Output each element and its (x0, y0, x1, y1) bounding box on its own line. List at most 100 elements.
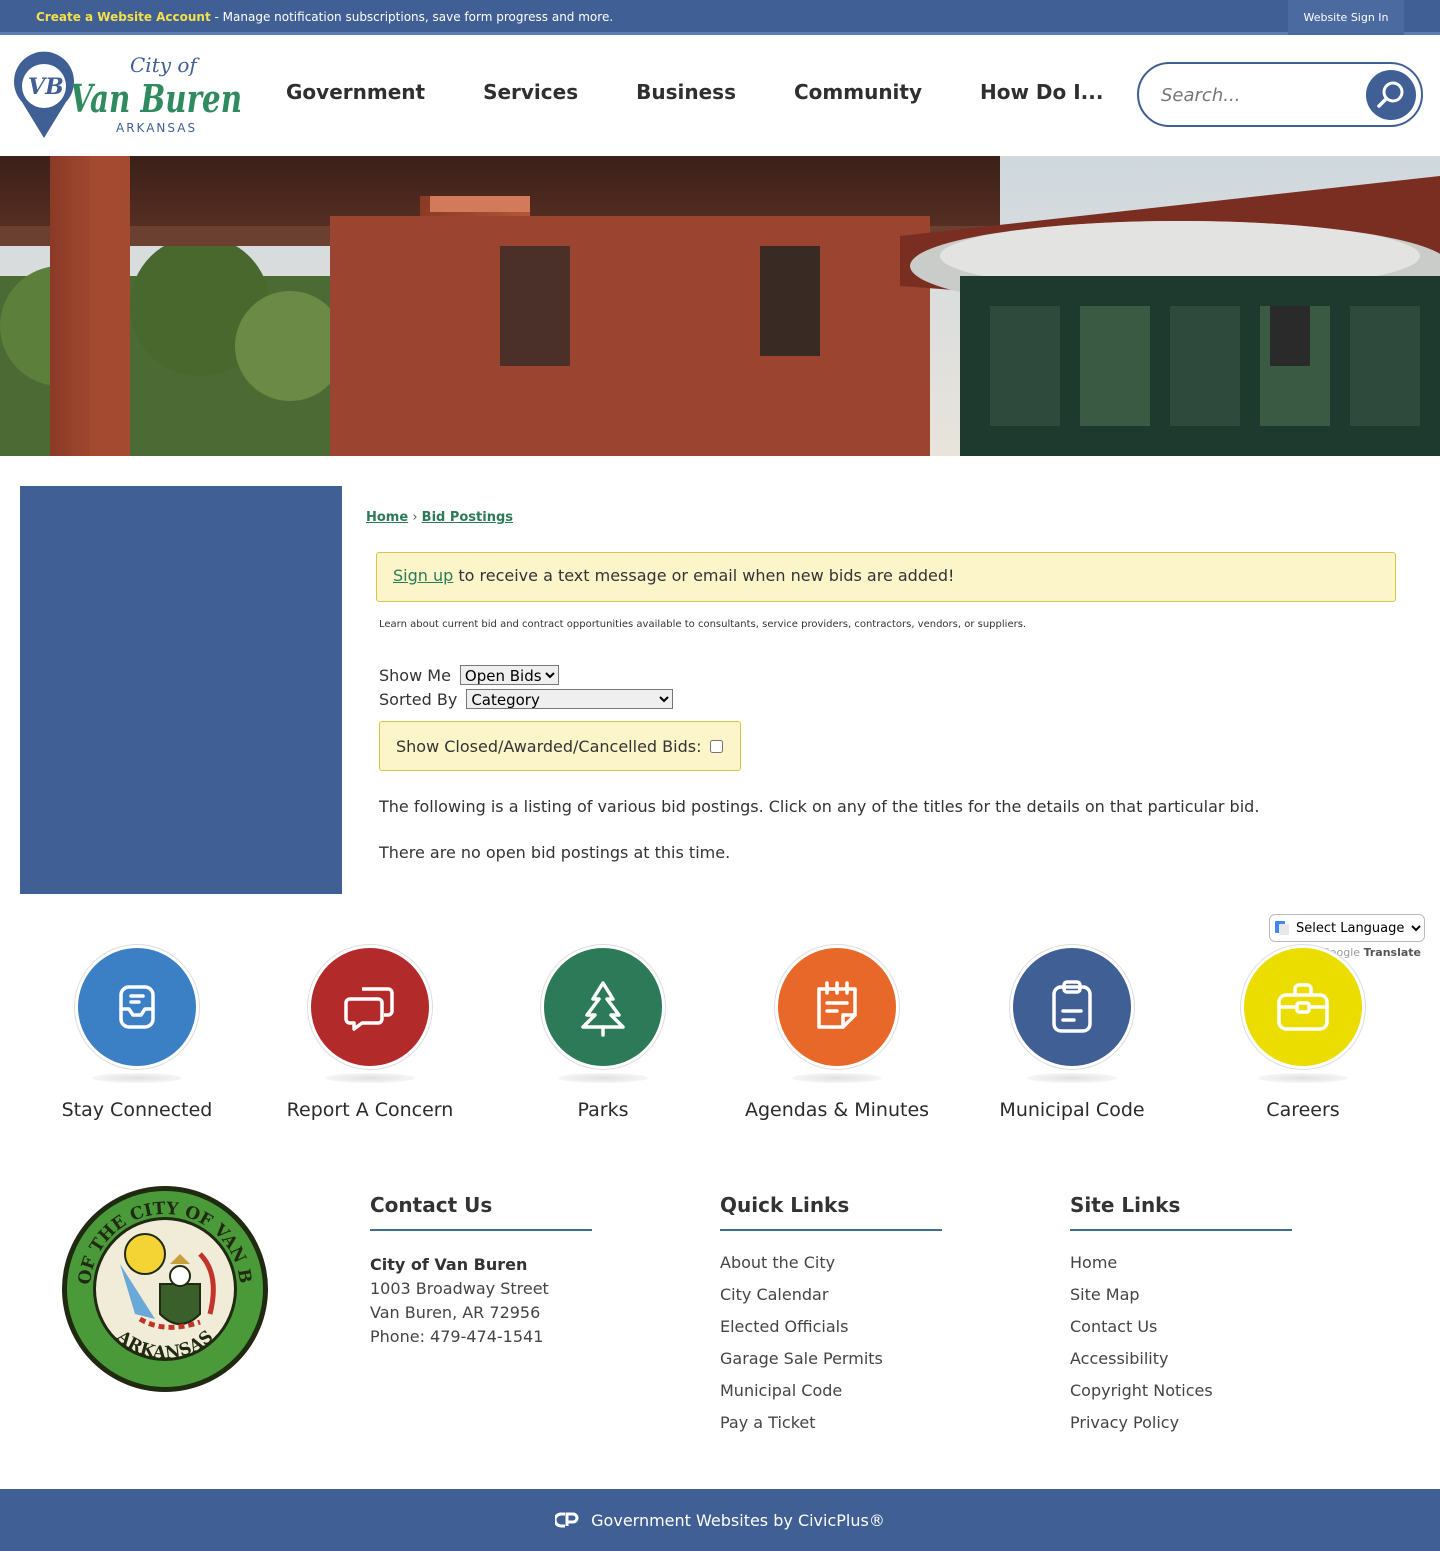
closed-bids-filter: Show Closed/Awarded/Cancelled Bids: (379, 721, 741, 771)
footer-link-copyright[interactable]: Copyright Notices (1070, 1381, 1292, 1413)
footer-link-officials[interactable]: Elected Officials (720, 1317, 942, 1349)
quick-link-agendas-minutes[interactable]: Agendas & Minutes (717, 945, 957, 1121)
breadcrumb-home[interactable]: Home (366, 510, 408, 525)
language-select[interactable]: Select Language (1269, 914, 1425, 942)
search-icon (1377, 81, 1404, 108)
footer-link-garage-sale[interactable]: Garage Sale Permits (720, 1349, 942, 1381)
contact-phone[interactable]: Phone: 479-474-1541 (370, 1325, 592, 1349)
site-header: VB City of Van Buren ARKANSAS Government… (0, 38, 1440, 156)
footer-link-about[interactable]: About the City (720, 1253, 942, 1285)
footer-link-site-map[interactable]: Site Map (1070, 1285, 1292, 1317)
website-sign-in-button[interactable]: Website Sign In (1288, 0, 1404, 35)
agendas-circle (775, 945, 899, 1069)
quick-link-municipal-code[interactable]: Municipal Code (952, 945, 1192, 1121)
quick-links-heading: Quick Links (720, 1193, 942, 1231)
quick-link-label: Stay Connected (61, 1099, 213, 1121)
quick-link-parks[interactable]: Parks (483, 945, 723, 1121)
logo-initials: VB (28, 74, 64, 100)
icon-shadow (92, 1073, 182, 1083)
icon-shadow (325, 1073, 415, 1083)
google-translate-icon (1275, 921, 1289, 935)
sorted-by-label: Sorted By (379, 689, 458, 709)
logo-name: Van Buren (70, 76, 242, 121)
search-input[interactable] (1161, 78, 1361, 112)
civicplus-credit-link[interactable]: Government Websites by CivicPlus® (591, 1511, 885, 1530)
careers-circle (1241, 945, 1365, 1069)
contact-org: City of Van Buren (370, 1255, 528, 1274)
nav-services[interactable]: Services (483, 80, 578, 104)
quick-links-list: About the City City Calendar Elected Off… (720, 1253, 942, 1445)
briefcase-icon (1277, 983, 1329, 1031)
contact-city: Van Buren, AR 72956 (370, 1303, 541, 1322)
icon-shadow (1027, 1073, 1117, 1083)
city-seal-image: SEAL OF THE CITY OF VAN BUREN ARKANSAS (52, 1169, 268, 1392)
quick-link-label: Report A Concern (286, 1099, 454, 1121)
tree-icon (581, 981, 625, 1037)
footer-link-accessibility[interactable]: Accessibility (1070, 1349, 1292, 1381)
chat-icon (344, 987, 394, 1031)
city-seal: SEAL OF THE CITY OF VAN BUREN ARKANSAS (52, 1169, 270, 1394)
footer-link-municipal-code[interactable]: Municipal Code (720, 1381, 942, 1413)
notepad-icon (817, 981, 857, 1029)
sign-up-link[interactable]: Sign up (393, 566, 453, 585)
nav-how-do-i[interactable]: How Do I... (980, 80, 1103, 104)
bid-filters: Show Me Open Bids Sorted By Category (379, 663, 674, 711)
sorted-by-row: Sorted By Category (379, 687, 674, 711)
breadcrumb-separator: › (408, 510, 422, 525)
footer-link-privacy[interactable]: Privacy Policy (1070, 1413, 1292, 1445)
show-me-label: Show Me (379, 665, 451, 685)
contact-us-column: Contact Us City of Van Buren 1003 Broadw… (370, 1193, 592, 1349)
site-links-list: Home Site Map Contact Us Accessibility C… (1070, 1253, 1292, 1445)
nav-business[interactable]: Business (636, 80, 736, 104)
create-account-link[interactable]: Create a Website Account (36, 10, 211, 24)
show-me-row: Show Me Open Bids (379, 663, 673, 687)
intro-text: Learn about current bid and contract opp… (379, 619, 1027, 630)
quick-link-label: Careers (1266, 1099, 1340, 1121)
city-logo[interactable]: VB City of Van Buren ARKANSAS (14, 50, 246, 140)
footer-credit-bar: Government Websites by CivicPlus® (0, 1489, 1440, 1551)
search-button[interactable] (1366, 70, 1416, 120)
quick-link-label: Municipal Code (999, 1099, 1145, 1121)
sidebar-panel (20, 486, 342, 894)
nav-government[interactable]: Government (286, 80, 425, 104)
main-nav: Government Services Business Community H… (286, 80, 1161, 104)
logo-state: ARKANSAS (116, 121, 197, 135)
icon-shadow (792, 1073, 882, 1083)
parks-circle (541, 945, 665, 1069)
logo-graphic: VB City of Van Buren ARKANSAS (14, 51, 242, 139)
clipboard-icon (1052, 980, 1092, 1033)
inbox-icon (119, 985, 155, 1029)
municipal-code-circle (1010, 945, 1134, 1069)
footer-link-calendar[interactable]: City Calendar (720, 1285, 942, 1317)
listing-description: The following is a listing of various bi… (379, 797, 1260, 816)
contact-info: City of Van Buren 1003 Broadway Street V… (370, 1253, 592, 1349)
footer-link-pay-ticket[interactable]: Pay a Ticket (720, 1413, 942, 1445)
breadcrumb-bid-postings[interactable]: Bid Postings (422, 510, 513, 525)
signup-alert: Sign up to receive a text message or ema… (376, 552, 1396, 602)
stay-connected-circle (75, 945, 199, 1069)
contact-us-heading: Contact Us (370, 1193, 592, 1231)
closed-bids-label: Show Closed/Awarded/Cancelled Bids: (396, 736, 702, 756)
site-links-heading: Site Links (1070, 1193, 1292, 1231)
breadcrumb: Home › Bid Postings (366, 510, 513, 525)
quick-link-label: Agendas & Minutes (744, 1099, 930, 1121)
footer-link-home[interactable]: Home (1070, 1253, 1292, 1285)
report-concern-circle (308, 945, 432, 1069)
show-me-select[interactable]: Open Bids (459, 665, 559, 685)
contact-street: 1003 Broadway Street (370, 1279, 549, 1298)
quick-link-stay-connected[interactable]: Stay Connected (17, 945, 257, 1121)
civicplus-icon (555, 1512, 579, 1528)
footer-link-contact[interactable]: Contact Us (1070, 1317, 1292, 1349)
quick-link-report-concern[interactable]: Report A Concern (250, 945, 490, 1121)
logo-city-of: City of (130, 53, 200, 77)
icon-shadow (558, 1073, 648, 1083)
nav-community[interactable]: Community (794, 80, 922, 104)
signup-alert-text: to receive a text message or email when … (453, 566, 955, 585)
icon-shadow (1258, 1073, 1348, 1083)
sorted-by-select[interactable]: Category (466, 689, 674, 709)
no-bids-message: There are no open bid postings at this t… (379, 843, 731, 862)
hero-banner (0, 156, 1440, 456)
site-links-column: Site Links Home Site Map Contact Us Acce… (1070, 1193, 1292, 1445)
closed-bids-checkbox[interactable] (710, 739, 724, 753)
quick-link-careers[interactable]: Careers (1183, 945, 1423, 1121)
